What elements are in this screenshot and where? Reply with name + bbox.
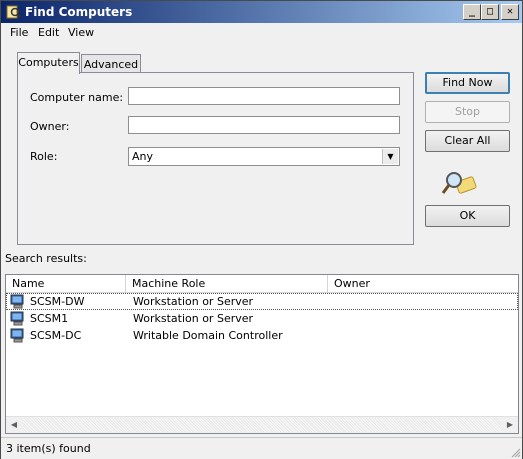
row-name: SCSM-DC [30,329,82,342]
maximize-button[interactable]: □ [481,4,499,20]
close-button[interactable]: ✕ [501,4,519,20]
column-header-name[interactable]: Name [6,275,126,292]
menu-view[interactable]: View [68,26,94,39]
stop-button[interactable]: Stop [425,101,510,123]
list-header: Name Machine Role Owner [6,275,518,293]
chevron-down-icon[interactable]: ▼ [382,149,398,164]
computer-name-label: Computer name: [30,91,124,104]
magnifier-icon [441,172,477,194]
menu-edit[interactable]: Edit [38,26,59,39]
find-now-button[interactable]: Find Now [425,72,510,94]
role-select[interactable]: Any ▼ [128,147,400,166]
status-bar: 3 item(s) found [1,437,522,459]
role-label: Role: [30,150,58,163]
role-select-value: Any [132,150,154,163]
table-row[interactable]: SCSM1 Workstation or Server [6,310,518,327]
row-name: SCSM-DW [30,295,85,308]
row-machine-role: Workstation or Server [133,312,254,325]
tab-computers[interactable]: Computers [17,52,80,74]
clear-all-button[interactable]: Clear All [425,130,510,152]
find-computers-icon [6,5,21,19]
ok-button[interactable]: OK [425,205,510,227]
minimize-button[interactable]: _ [463,4,481,20]
status-text: 3 item(s) found [6,442,91,455]
column-header-machine-role[interactable]: Machine Role [126,275,328,292]
window-title: Find Computers [25,5,133,19]
column-header-owner[interactable]: Owner [328,275,518,292]
search-results-list[interactable]: Name Machine Role Owner SCSM-DW Workstat… [5,274,519,434]
table-row[interactable]: SCSM-DW Workstation or Server [6,293,518,310]
find-computers-window: Find Computers _ □ ✕ File Edit View Comp… [0,0,523,459]
row-machine-role: Writable Domain Controller [133,329,283,342]
scroll-right-icon[interactable]: ▶ [502,417,518,433]
scroll-track[interactable] [23,418,501,432]
title-bar[interactable]: Find Computers _ □ ✕ [1,1,522,23]
size-grip-icon[interactable] [509,446,521,458]
table-row[interactable]: SCSM-DC Writable Domain Controller [6,327,518,344]
tab-advanced[interactable]: Advanced [81,54,141,74]
computer-icon [10,294,24,309]
owner-label: Owner: [30,120,70,133]
owner-input[interactable] [128,116,400,134]
row-machine-role: Workstation or Server [133,295,254,308]
computer-icon [10,311,24,326]
scroll-left-icon[interactable]: ◀ [6,417,22,433]
menu-bar: File Edit View [1,23,522,42]
computer-icon [10,328,24,343]
menu-file[interactable]: File [10,26,28,39]
computer-name-input[interactable] [128,87,400,105]
computers-tab-panel: Computer name: Owner: Role: Any ▼ [17,72,414,245]
search-results-label: Search results: [5,252,87,265]
horizontal-scrollbar[interactable]: ◀ ▶ [6,416,518,433]
row-name: SCSM1 [30,312,69,325]
